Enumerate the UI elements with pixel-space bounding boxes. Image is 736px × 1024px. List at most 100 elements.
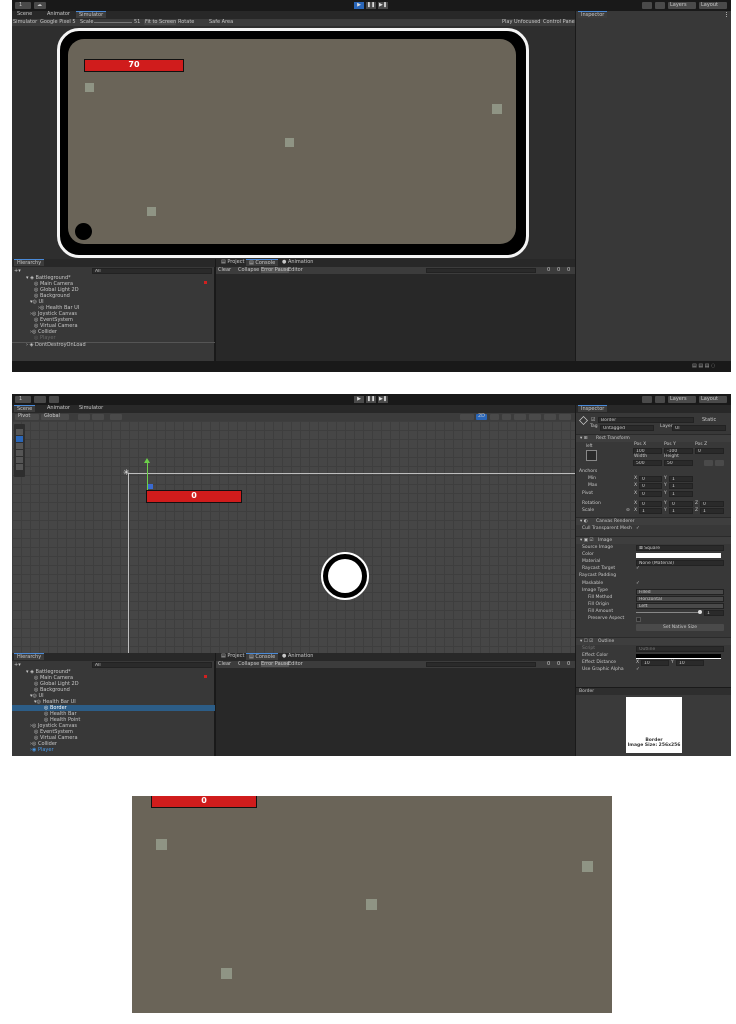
cull-checkbox[interactable]: ✓ [636,526,640,532]
layers-dropdown[interactable]: Layers [668,396,696,403]
device-dropdown[interactable]: Google Pixel 5 [40,19,76,25]
preserve-aspect-checkbox[interactable] [636,617,641,622]
safe-area-toggle[interactable]: Safe Area [209,19,233,25]
error-count[interactable]: 0 [567,661,570,667]
tab-inspector[interactable]: Inspector [578,11,608,18]
search-input[interactable]: All [92,268,212,274]
hand-tool[interactable] [16,429,23,435]
2d-toggle[interactable]: 2D [476,413,487,420]
layer-dropdown[interactable]: UI [672,425,726,431]
global-dropdown[interactable]: Global [41,413,69,420]
history-icon[interactable] [642,396,652,403]
tab-project[interactable]: ▤ Project [218,259,247,266]
min-x[interactable]: 0 [639,476,662,482]
account-button[interactable]: 1 [15,2,31,9]
gizmos-toggle[interactable] [559,414,571,420]
name-field[interactable]: Border [598,417,694,423]
tag-dropdown[interactable]: Untagged [600,425,654,431]
step-button[interactable]: ▶❚ [378,2,388,9]
layers-dropdown[interactable]: Layers [668,2,696,9]
selected-row[interactable] [12,705,215,711]
health-bar[interactable]: 0 [146,490,242,503]
play-mode-dropdown[interactable]: Play Unfocused [502,19,540,25]
fill-method-dropdown[interactable]: Horizontal [636,596,724,602]
posz-field[interactable]: 0 [695,448,724,454]
effect-distance-y[interactable]: 10 [676,660,704,666]
tab-animation[interactable]: ● Animation [279,653,316,660]
tab-hierarchy[interactable]: Hierarchy [14,259,45,266]
account-button[interactable]: 1 [15,396,31,403]
console-search[interactable] [426,268,536,273]
audio-toggle[interactable] [502,414,511,420]
rot-y[interactable]: 0 [669,501,693,507]
pivot-dropdown[interactable]: Pivot [15,413,39,420]
scene-viewport[interactable]: ✳ 0 [12,421,575,653]
static-toggle[interactable]: Static [702,417,716,423]
anchors-label[interactable]: Anchors [579,469,597,475]
width-field[interactable]: 500 [633,460,662,466]
tab-project[interactable]: ▤ Project [218,653,247,660]
effects-toggle[interactable] [514,414,526,420]
move-tool[interactable] [16,436,23,442]
scale-x[interactable]: 1 [639,508,662,514]
collapse-button[interactable]: Collapse [238,267,259,273]
tree-item[interactable]: ◎ Player [34,335,56,341]
search-input[interactable]: All [92,662,212,668]
image-header[interactable]: ▾ ▣ ☑ Image [576,536,731,544]
transform-tool[interactable] [16,464,23,470]
tab-animator[interactable]: Animator [44,405,73,412]
play-button[interactable]: ▶ [354,2,364,9]
active-checkbox[interactable]: ☑ [591,417,595,423]
source-image-field[interactable]: ⊠ Square [636,545,724,551]
anchor-preset-button[interactable] [586,450,597,461]
effect-distance-x[interactable]: 10 [641,660,669,666]
tab-animation[interactable]: ● Animation [279,259,316,266]
scale-z[interactable]: 1 [700,508,724,514]
set-native-size-button[interactable]: Set Native Size [636,624,724,631]
min-y[interactable]: 1 [669,476,693,482]
tab-scene[interactable]: Scene [14,405,36,412]
camera-settings-button[interactable] [544,414,556,420]
tab-simulator[interactable]: Simulator [76,405,106,412]
canvas-renderer-header[interactable]: ▾ ◐ Canvas Renderer [576,517,731,525]
gizmo-plane[interactable] [148,484,153,489]
cloud-icon[interactable]: ☁ [34,2,46,9]
step-button[interactable]: ▶❚ [378,396,388,403]
max-y[interactable]: 1 [669,483,693,489]
error-pause-button[interactable]: Error Pause [261,661,290,667]
rect-tool[interactable] [16,457,23,463]
clear-button[interactable]: Clear [218,267,231,273]
raycast-target-checkbox[interactable]: ✓ [636,566,640,572]
pause-button[interactable]: ❚❚ [366,396,376,403]
layout-dropdown[interactable]: Layout [699,2,727,9]
fit-to-screen-button[interactable]: Fit to Screen [144,19,176,25]
search-icon[interactable] [655,396,665,403]
tab-scene[interactable]: Scene [14,11,35,18]
inspector-menu-icon[interactable] [726,12,728,17]
editor-dropdown[interactable]: Editor [288,267,303,273]
editor-dropdown[interactable]: Editor [288,661,303,667]
shading-mode-button[interactable] [460,414,474,420]
use-graphic-alpha-checkbox[interactable]: ✓ [636,667,640,673]
info-count[interactable]: 0 [547,267,550,273]
history-icon[interactable] [642,2,652,9]
fill-origin-dropdown[interactable]: Left [636,603,724,609]
scale-y[interactable]: 1 [669,508,693,514]
pivot-x[interactable]: 0 [639,491,662,497]
toggle-button[interactable] [110,414,122,420]
add-icon[interactable]: +▾ [14,268,21,274]
lighting-toggle[interactable] [490,414,499,420]
fill-amount-slider[interactable] [636,612,700,613]
max-x[interactable]: 0 [639,483,662,489]
tab-animator[interactable]: Animator [44,11,73,18]
info-count[interactable]: 0 [547,661,550,667]
clear-button[interactable]: Clear [218,661,231,667]
layout-dropdown[interactable]: Layout [699,396,727,403]
search-icon[interactable] [655,2,665,9]
constrain-proportions-icon[interactable]: ⊝ [626,508,630,514]
error-pause-button[interactable]: Error Pause [261,267,290,273]
error-count[interactable]: 0 [567,267,570,273]
raw-edit-button[interactable] [715,460,724,466]
add-icon[interactable]: +▾ [14,662,21,668]
rot-z[interactable]: 0 [700,501,724,507]
